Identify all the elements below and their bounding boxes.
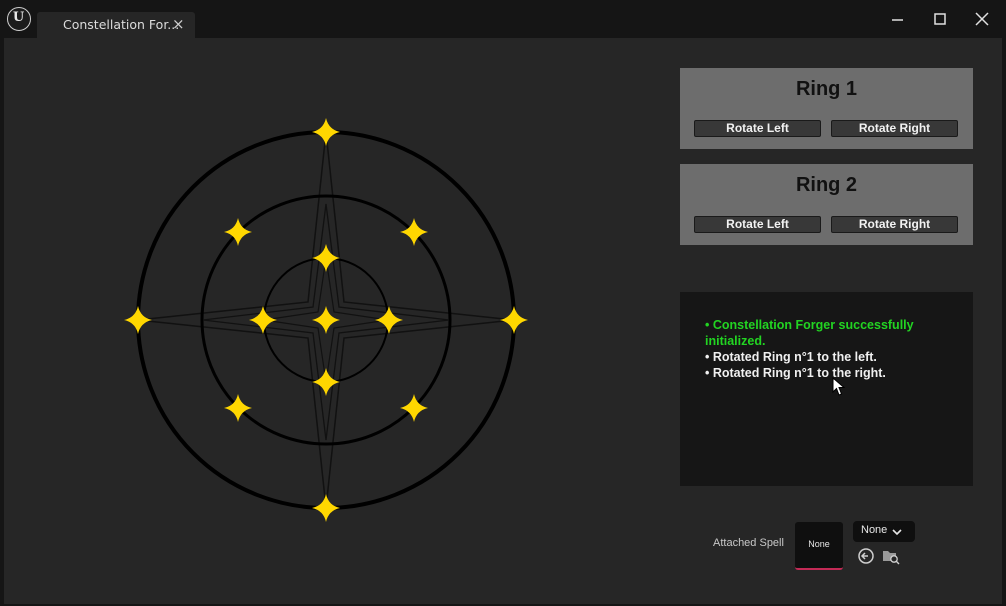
attached-spell-label: Attached Spell bbox=[713, 537, 784, 549]
star-node bbox=[312, 306, 340, 334]
spell-slot-value: None bbox=[808, 539, 830, 549]
maximize-icon[interactable] bbox=[929, 8, 951, 30]
constellation-stars bbox=[124, 118, 528, 522]
minimize-icon[interactable] bbox=[887, 8, 909, 30]
unreal-logo-icon[interactable]: U bbox=[7, 7, 31, 31]
event-log-panel[interactable]: • Constellation Forger successfully init… bbox=[680, 292, 973, 486]
dropdown-value: None bbox=[861, 524, 888, 536]
main-panel: Ring 1 Rotate Left Rotate Right Ring 2 R… bbox=[4, 38, 1002, 604]
tab-close-icon[interactable]: × bbox=[172, 15, 185, 33]
ring-2-panel: Ring 2 Rotate Left Rotate Right bbox=[680, 164, 973, 245]
log-line: • Rotated Ring n°1 to the left. bbox=[705, 350, 877, 364]
star-node bbox=[249, 306, 277, 334]
log-lines: • Constellation Forger successfully init… bbox=[705, 317, 955, 381]
star-node bbox=[312, 118, 340, 146]
star-node bbox=[312, 244, 340, 272]
tab-constellation-forger[interactable]: Constellation For... × bbox=[37, 12, 195, 38]
constellation-diagram bbox=[124, 118, 528, 522]
chevron-down-icon bbox=[892, 529, 902, 536]
log-line: • Rotated Ring n°1 to the right. bbox=[705, 366, 886, 380]
attached-spell-dropdown[interactable]: None bbox=[853, 521, 915, 542]
star-node bbox=[124, 306, 152, 334]
star-node bbox=[312, 368, 340, 396]
ring-1-title: Ring 1 bbox=[795, 78, 858, 100]
ring-2-rotate-right-button[interactable]: Rotate Right bbox=[831, 216, 958, 233]
attached-spell-slot[interactable]: None bbox=[795, 522, 843, 570]
use-selected-icon[interactable] bbox=[857, 547, 875, 565]
title-bar: U Constellation For... × bbox=[0, 0, 1006, 38]
log-line: • Constellation Forger successfully init… bbox=[705, 318, 914, 348]
star-node bbox=[312, 494, 340, 522]
ring-1-rotate-left-button[interactable]: Rotate Left bbox=[694, 120, 821, 137]
ring-2-rotate-left-button[interactable]: Rotate Left bbox=[694, 216, 821, 233]
close-icon[interactable] bbox=[971, 8, 993, 30]
star-node bbox=[500, 306, 528, 334]
ring-1-rotate-right-button[interactable]: Rotate Right bbox=[831, 120, 958, 137]
ring-2-title: Ring 2 bbox=[795, 174, 858, 196]
mouse-cursor-icon bbox=[832, 377, 846, 396]
ring-1-panel: Ring 1 Rotate Left Rotate Right bbox=[680, 68, 973, 149]
browse-folder-icon[interactable] bbox=[882, 547, 900, 565]
star-node bbox=[375, 306, 403, 334]
tab-label: Constellation For... bbox=[63, 17, 180, 32]
